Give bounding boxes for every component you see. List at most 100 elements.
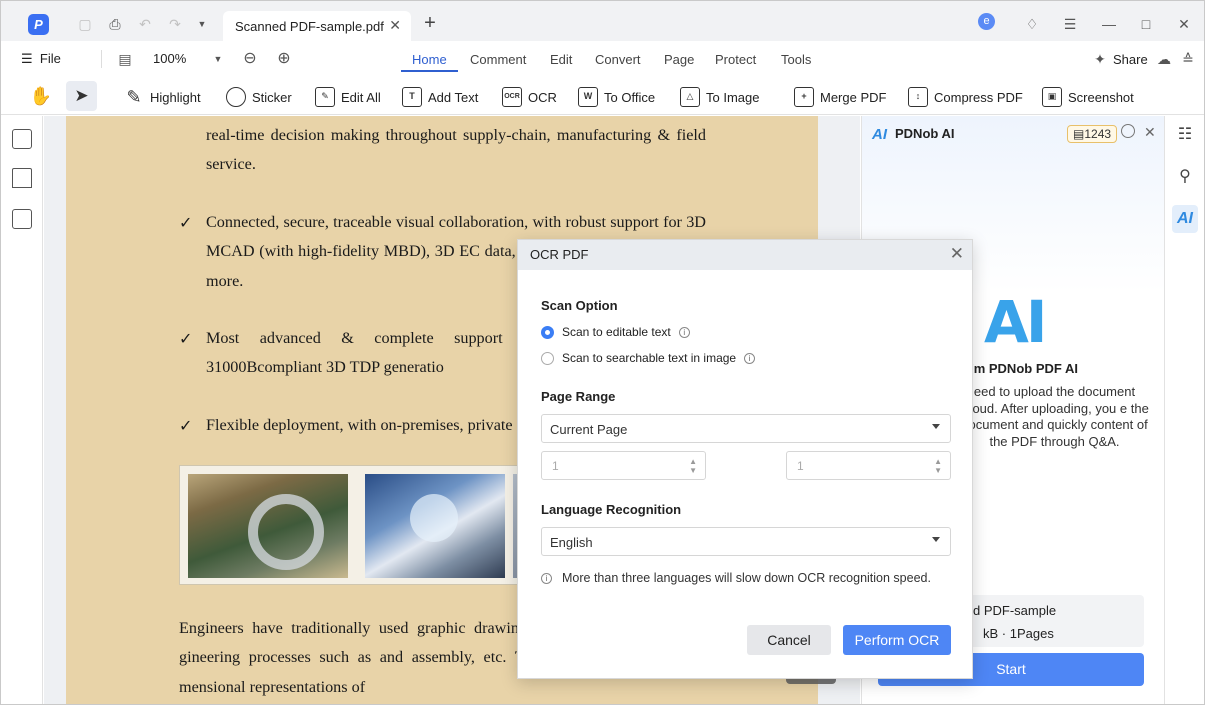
- file-menu-label: File: [39, 51, 61, 66]
- merge-pdf-button[interactable]: + Merge PDF: [794, 85, 886, 109]
- page-range-select[interactable]: Current Page: [541, 414, 951, 443]
- ai-greeting: I'm PDNob PDF AI: [967, 361, 1078, 376]
- merge-pdf-icon: +: [794, 87, 814, 107]
- perform-ocr-button[interactable]: Perform OCR: [843, 625, 951, 655]
- to-image-button[interactable]: △ To Image: [680, 85, 759, 109]
- ai-assistant-icon[interactable]: AI: [1172, 205, 1198, 233]
- divider: [101, 50, 102, 68]
- print-icon[interactable]: ⎙: [104, 13, 126, 35]
- share-icon[interactable]: ✦: [1089, 48, 1111, 70]
- compress-pdf-label: Compress PDF: [934, 89, 1023, 105]
- dialog-header: OCR PDF ✕: [518, 240, 972, 270]
- thumbnails-icon[interactable]: [12, 129, 32, 149]
- tab-home[interactable]: Home: [412, 52, 447, 67]
- from-page-value: 1: [552, 459, 559, 473]
- add-text-label: Add Text: [428, 89, 479, 105]
- edit-all-button[interactable]: ✎ Edit All: [315, 85, 381, 109]
- compress-pdf-icon: ↕: [908, 87, 928, 107]
- highlight-icon: ✎: [126, 87, 142, 107]
- close-dialog-icon[interactable]: ✕: [950, 244, 964, 264]
- select-tool-icon[interactable]: ➤: [66, 81, 97, 111]
- avatar[interactable]: e: [978, 13, 995, 30]
- from-page-stepper[interactable]: 1 ▲ ▼: [541, 451, 706, 480]
- file-menu[interactable]: ☰ File: [21, 51, 61, 67]
- new-tab-icon[interactable]: +: [419, 12, 441, 34]
- scan-editable-label: Scan to editable text: [562, 325, 671, 339]
- chevron-down-icon: [932, 537, 940, 542]
- close-panel-icon[interactable]: ✕: [1144, 124, 1156, 141]
- quick-access-dropdown-icon[interactable]: ▼: [191, 13, 213, 35]
- machine-photo: [365, 474, 505, 578]
- zoom-dropdown-icon[interactable]: ▼: [207, 48, 229, 70]
- to-office-button[interactable]: W To Office: [578, 85, 655, 109]
- info-icon[interactable]: i: [744, 352, 756, 364]
- sticker-button[interactable]: Sticker: [226, 85, 292, 109]
- chevron-down-icon: [932, 424, 940, 429]
- edit-all-label: Edit All: [341, 89, 381, 105]
- highlight-label: Highlight: [150, 89, 201, 105]
- language-heading: Language Recognition: [541, 502, 682, 517]
- ocr-button[interactable]: OCR OCR: [502, 85, 557, 109]
- checkmark-icon: ✓: [179, 418, 193, 435]
- tab-convert[interactable]: Convert: [595, 52, 641, 67]
- checkmark-icon: ✓: [179, 215, 193, 232]
- factory-photo: [188, 474, 348, 578]
- screenshot-label: Screenshot: [1068, 89, 1134, 105]
- close-tab-icon[interactable]: ✕: [389, 17, 401, 34]
- bookmark-icon[interactable]: [12, 168, 32, 188]
- tab-tools[interactable]: Tools: [781, 52, 811, 67]
- hand-tool-icon[interactable]: ✋: [29, 84, 53, 108]
- to-page-stepper[interactable]: 1 ▲ ▼: [786, 451, 951, 480]
- scan-searchable-option[interactable]: Scan to searchable text in image i: [541, 351, 756, 365]
- share-button[interactable]: Share: [1113, 52, 1148, 67]
- properties-icon[interactable]: ☷: [1175, 125, 1195, 145]
- bell-icon[interactable]: ♢: [1021, 13, 1043, 35]
- menu-icon[interactable]: ☰: [1059, 13, 1081, 35]
- sticker-label: Sticker: [252, 89, 292, 105]
- radio-unselected[interactable]: [541, 351, 554, 365]
- app-window: P ▢ ⎙ ↶ ↷ ▼ Scanned PDF-sample.pdf ✕ + e…: [0, 0, 1205, 705]
- checkmark-icon: ✓: [179, 331, 193, 348]
- page-view-icon[interactable]: ▤: [114, 48, 136, 70]
- app-logo-icon[interactable]: P: [28, 14, 49, 35]
- settings-icon[interactable]: [1121, 124, 1135, 138]
- info-icon[interactable]: i: [678, 326, 690, 338]
- compress-pdf-button[interactable]: ↕ Compress PDF: [908, 85, 1023, 109]
- language-note-text: More than three languages will slow down…: [562, 571, 931, 585]
- minimize-icon[interactable]: —: [1098, 13, 1120, 35]
- ai-description: eed to upload the document Cloud. After …: [960, 384, 1149, 449]
- close-window-icon[interactable]: ✕: [1173, 13, 1195, 35]
- maximize-icon[interactable]: □: [1135, 13, 1157, 35]
- zoom-level[interactable]: 100%: [153, 51, 186, 66]
- radio-selected[interactable]: [541, 325, 554, 339]
- undo-icon[interactable]: ↶: [134, 13, 156, 35]
- screenshot-icon: ▣: [1042, 87, 1062, 107]
- credits-badge[interactable]: ▤1243: [1067, 125, 1118, 143]
- highlight-button[interactable]: ✎ Highlight: [124, 85, 201, 109]
- scan-editable-option[interactable]: Scan to editable text i: [541, 325, 690, 339]
- cancel-button[interactable]: Cancel: [747, 625, 831, 655]
- stepper-arrows-icon[interactable]: ▲ ▼: [934, 457, 942, 475]
- document-tab[interactable]: Scanned PDF-sample.pdf ✕: [223, 11, 411, 41]
- stepper-arrows-icon[interactable]: ▲ ▼: [689, 457, 697, 475]
- tab-page[interactable]: Page: [664, 52, 694, 67]
- screenshot-button[interactable]: ▣ Screenshot: [1042, 85, 1134, 109]
- language-value: English: [550, 535, 593, 550]
- tab-edit[interactable]: Edit: [550, 52, 572, 67]
- tab-comment[interactable]: Comment: [470, 52, 526, 67]
- collapse-ribbon-icon[interactable]: ≙: [1177, 48, 1199, 70]
- tab-protect[interactable]: Protect: [715, 52, 756, 67]
- zoom-out-icon[interactable]: ⊖: [239, 48, 261, 70]
- ocr-dialog: OCR PDF ✕ Scan Option Scan to editable t…: [517, 239, 973, 679]
- search-icon[interactable]: ⚲: [1175, 167, 1195, 187]
- language-select[interactable]: English: [541, 527, 951, 556]
- save-icon[interactable]: ▢: [74, 13, 96, 35]
- sticker-icon: [226, 87, 246, 107]
- ocr-label: OCR: [528, 89, 557, 105]
- zoom-in-icon[interactable]: ⊕: [273, 48, 295, 70]
- to-image-icon: △: [680, 87, 700, 107]
- add-text-button[interactable]: T Add Text: [402, 85, 478, 109]
- comments-icon[interactable]: [12, 209, 32, 229]
- redo-icon[interactable]: ↷: [164, 13, 186, 35]
- cloud-icon[interactable]: ☁: [1153, 48, 1175, 70]
